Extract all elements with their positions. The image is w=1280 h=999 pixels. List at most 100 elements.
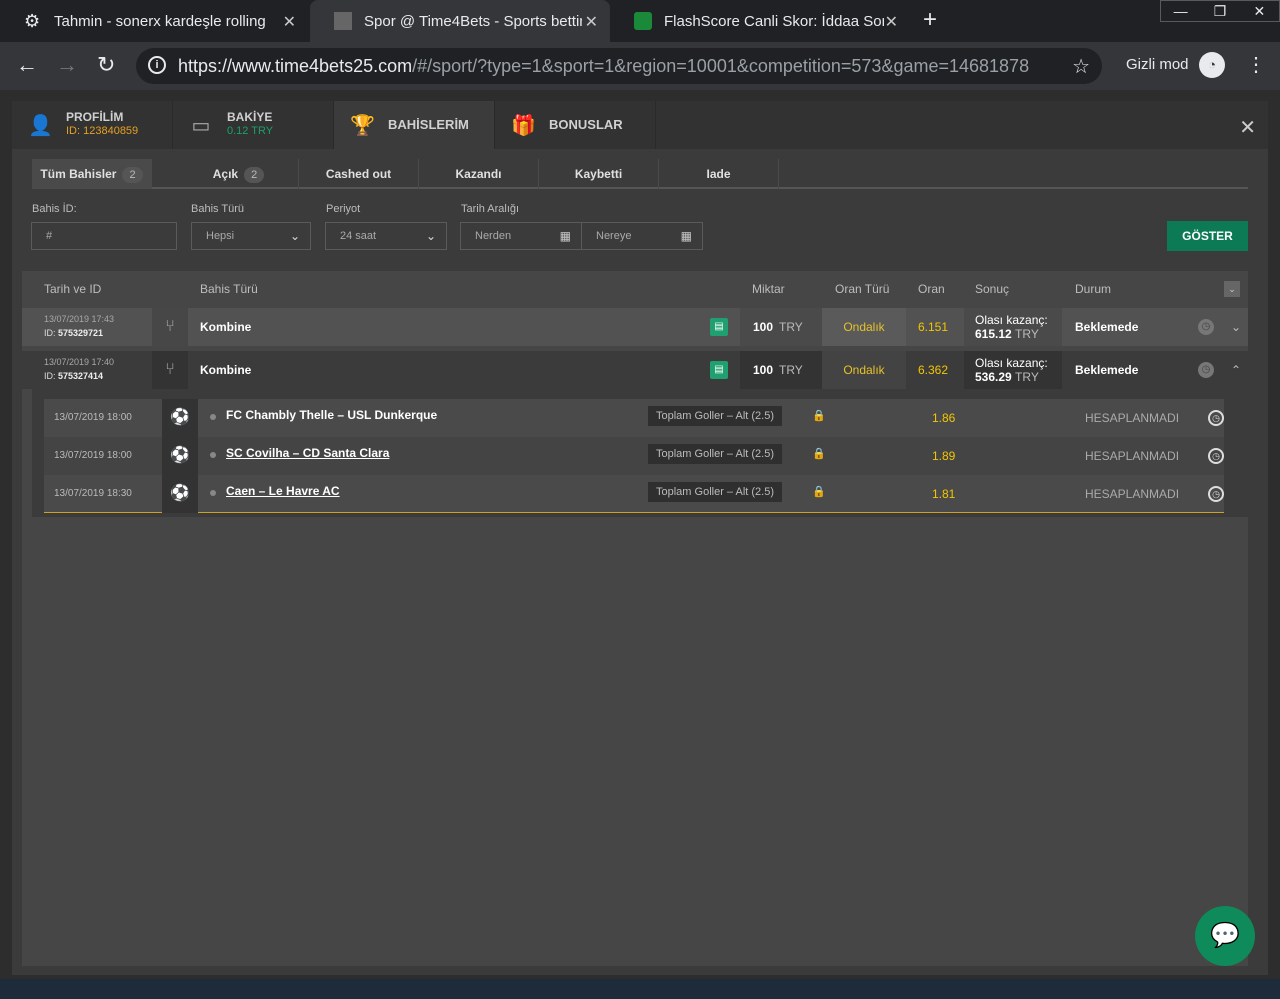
url-text[interactable]: https://www.time4bets25.com/#/sport/?typ… xyxy=(178,56,1029,77)
close-icon[interactable]: ✕ xyxy=(585,12,598,32)
selection-row[interactable]: 13/07/2019 18:00 ⚽ SC Covilha – CD Santa… xyxy=(44,437,1224,475)
clock-icon: ◷ xyxy=(1208,486,1224,502)
selection-odds: 1.86 xyxy=(932,411,956,425)
period-label: Periyot xyxy=(326,203,361,215)
back-arrow-icon[interactable]: ← xyxy=(16,52,38,78)
combo-icon: ⑂ xyxy=(152,351,188,389)
odds-type: Ondalık xyxy=(822,308,906,346)
potential-win: 615.12 TRY xyxy=(975,327,1039,341)
tab-profile[interactable]: 👤 PROFİLİM ID: 123840859 xyxy=(12,101,173,149)
selection-status: HESAPLANMADI xyxy=(1085,411,1180,425)
tab-title: Tahmin - sonerx kardeşle rolling xyxy=(54,12,266,30)
profile-label: PROFİLİM xyxy=(66,110,124,124)
close-icon[interactable]: ✕ xyxy=(1239,115,1256,140)
selection-row[interactable]: 13/07/2019 18:30 ⚽ Caen – Le Havre AC To… xyxy=(44,475,1224,513)
chat-icon[interactable]: 💬 xyxy=(1195,906,1255,966)
bet-id: ID: 575327414 xyxy=(44,371,103,381)
site-icon xyxy=(334,12,352,30)
bet-row[interactable]: 13/07/2019 17:40 ID: 575327414 ⑂ Kombine… xyxy=(22,351,1248,389)
tab-won[interactable]: Kazandı xyxy=(419,159,539,189)
tab-cashed-out[interactable]: Cashed out xyxy=(299,159,419,189)
clock-icon: ◷ xyxy=(1198,319,1214,335)
tab-refund[interactable]: Iade xyxy=(659,159,779,189)
trophy-icon: 🏆 xyxy=(350,115,375,137)
status-dot xyxy=(210,452,216,458)
match-link[interactable]: SC Covilha – CD Santa Clara xyxy=(226,446,389,460)
bet-id-label: Bahis İD: xyxy=(32,203,77,215)
show-button[interactable]: GÖSTER xyxy=(1167,221,1248,251)
bet-filter-tabs: Tüm Bahisler 2 Açık 2 Cashed out Kazandı K… xyxy=(32,159,1248,189)
bet-amount: 100 TRY xyxy=(753,363,803,377)
match-link[interactable]: Caen – Le Havre AC xyxy=(226,484,340,498)
close-icon[interactable]: ✕ xyxy=(885,12,898,32)
tab-bonuses[interactable]: 🎁 BONUSLAR xyxy=(495,101,656,149)
table-header: Tarih ve ID Bahis Türü Miktar Oran Türü … xyxy=(22,271,1248,307)
calendar-icon[interactable]: ▦ xyxy=(681,223,692,249)
browser-tab-flashscore[interactable]: FlashScore Canli Skor: İddaa Sonu ✕ xyxy=(610,0,910,42)
incognito-icon[interactable]: ◔ xyxy=(1199,52,1225,78)
tab-my-bets[interactable]: 🏆 BAHİSLERİM xyxy=(334,101,495,149)
tab-lost[interactable]: Kaybetti xyxy=(539,159,659,189)
gift-icon: 🎁 xyxy=(511,115,536,137)
bet-amount-value: 100 xyxy=(753,320,774,334)
new-tab-plus-icon[interactable]: + xyxy=(923,6,937,34)
chevron-down-icon: ⌄ xyxy=(289,229,300,243)
modal-header: 👤 PROFİLİM ID: 123840859 ▭ BAKİYE 0.12 T… xyxy=(12,101,1268,149)
browser-tab-time4bets[interactable]: Spor @ Time4Bets - Sports bettin ✕ xyxy=(310,0,610,42)
address-bar[interactable]: i https://www.time4bets25.com/#/sport/?t… xyxy=(136,48,1102,84)
expand-all-icon[interactable]: ⌄ xyxy=(1224,281,1240,297)
menu-dots-icon[interactable]: ⋮ xyxy=(1246,52,1266,77)
col-odds: Oran xyxy=(918,282,945,296)
window-close-icon[interactable]: ✕ xyxy=(1240,1,1279,21)
selection-row[interactable]: 13/07/2019 18:00 ⚽ FC Chambly Thelle – U… xyxy=(44,399,1224,437)
selection-status: HESAPLANMADI xyxy=(1085,487,1180,501)
chevron-up-icon[interactable]: ⌃ xyxy=(1224,351,1248,389)
potential-win-label: Olası kazanç: xyxy=(975,356,1048,370)
potential-win: 536.29 TRY xyxy=(975,370,1039,384)
bet-row[interactable]: 13/07/2019 17:43 ID: 575329721 ⑂ Kombine… xyxy=(22,308,1248,346)
forward-arrow-icon[interactable]: → xyxy=(56,52,78,78)
bet-odds: 6.151 xyxy=(918,320,949,334)
football-icon: ⚽ xyxy=(162,437,198,475)
potential-win-value: 615.12 xyxy=(975,327,1012,341)
url-path: /#/sport/?type=1&sport=1&region=10001&co… xyxy=(412,56,1030,76)
date-to-placeholder: Nereye xyxy=(596,230,632,242)
bonus-label: BONUSLAR xyxy=(549,117,623,132)
bet-date: 13/07/2019 17:40 xyxy=(44,357,115,367)
browser-tab-tahmin[interactable]: ⚙ Tahmin - sonerx kardeşle rolling ✕ xyxy=(0,0,308,42)
chevron-down-icon[interactable]: ⌄ xyxy=(1224,308,1248,346)
col-status: Durum xyxy=(1075,282,1112,296)
tab-label: Tüm Bahisler xyxy=(40,167,117,181)
col-bet-type: Bahis Türü xyxy=(200,282,258,296)
bet-id-prefix: ID: xyxy=(44,328,59,338)
bet-status: Beklemede xyxy=(1075,363,1139,377)
tab-title: Spor @ Time4Bets - Sports bettin xyxy=(364,12,582,30)
date-from-input[interactable]: Nerden ▦ xyxy=(460,222,582,250)
bet-odds: 6.362 xyxy=(918,363,949,377)
balance-label: BAKİYE xyxy=(227,110,273,124)
clock-icon: ◷ xyxy=(1198,362,1214,378)
tab-label: Kaybetti xyxy=(574,167,623,181)
period-value: 24 saat xyxy=(340,230,377,242)
bet-amount: 100 TRY xyxy=(753,320,803,334)
reload-icon[interactable]: ↻ xyxy=(97,52,115,78)
tab-all-bets[interactable]: Tüm Bahisler 2 xyxy=(32,159,152,189)
print-icon[interactable]: ▤ xyxy=(710,361,728,379)
market-badge: Toplam Goller – Alt (2.5) xyxy=(648,406,782,426)
print-icon[interactable]: ▤ xyxy=(710,318,728,336)
bet-id-value: 575327414 xyxy=(58,371,104,381)
potential-win-value: 536.29 xyxy=(975,370,1012,384)
tab-open[interactable]: Açık 2 xyxy=(179,159,299,189)
bookmark-star-icon[interactable]: ☆ xyxy=(1072,54,1090,79)
bet-id: ID: 575329721 xyxy=(44,328,103,338)
close-icon[interactable]: ✕ xyxy=(283,12,296,32)
period-select[interactable]: 24 saat ⌄ xyxy=(325,222,447,250)
tab-balance[interactable]: ▭ BAKİYE 0.12 TRY xyxy=(173,101,334,149)
bet-type-select[interactable]: Hepsi ⌄ xyxy=(191,222,311,250)
maximize-icon[interactable]: ❐ xyxy=(1200,1,1239,21)
bet-id-input[interactable]: # xyxy=(31,222,177,250)
date-to-input[interactable]: Nereye ▦ xyxy=(581,222,703,250)
calendar-icon[interactable]: ▦ xyxy=(560,223,571,249)
minimize-icon[interactable]: — xyxy=(1161,1,1200,21)
info-icon[interactable]: i xyxy=(148,56,166,74)
